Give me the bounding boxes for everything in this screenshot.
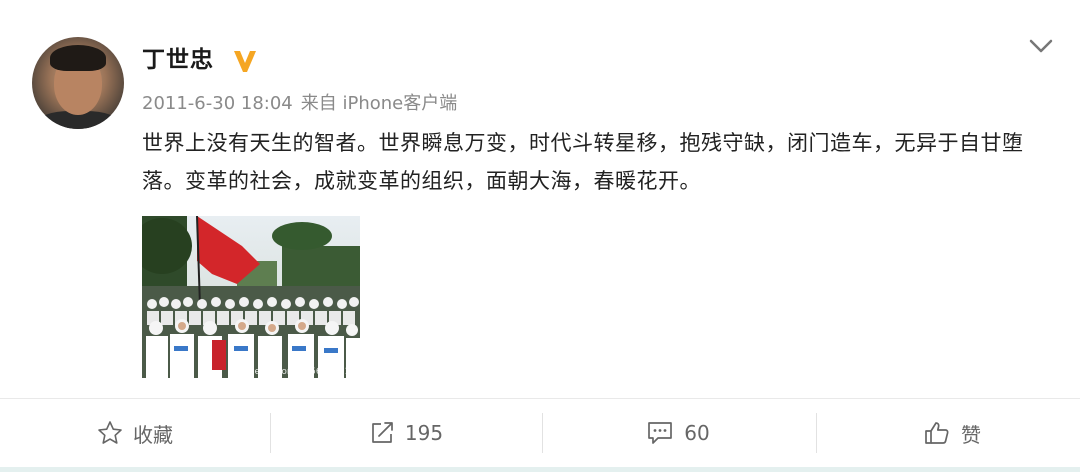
star-icon [98, 421, 122, 444]
chevron-down-icon[interactable] [1028, 38, 1054, 54]
thumbs-up-icon [925, 422, 949, 444]
repost-button[interactable]: 195 [271, 399, 541, 467]
post-text: 世界上没有天生的智者。世界瞬息万变，时代斗转星移，抱残守缺，闭门造车，无异于自甘… [142, 131, 1024, 193]
favorite-button[interactable]: 收藏 [0, 399, 270, 467]
post-photo-illustration [142, 216, 360, 378]
comment-count: 60 [684, 421, 710, 445]
comment-button[interactable]: 60 [543, 399, 813, 467]
image-watermark: weibo.com/1956578313 [247, 367, 356, 377]
share-icon [372, 422, 393, 443]
verified-v-icon [234, 51, 256, 72]
favorite-label: 收藏 [133, 422, 173, 447]
comment-icon [648, 422, 673, 444]
like-button[interactable]: 赞 [817, 399, 1080, 467]
repost-count: 195 [404, 421, 444, 445]
post-timestamp: 2011-6-30 18:04 [142, 93, 293, 114]
like-label: 赞 [961, 422, 981, 447]
username[interactable]: 丁世忠 [142, 46, 214, 74]
weibo-post-card: 丁世忠 2011-6-30 18:04 来自 iPhone客户端 世界上没有天生的… [0, 0, 1080, 472]
action-bar: 收藏 195 60 赞 [0, 399, 1080, 467]
bottom-accent-bar [0, 467, 1080, 472]
post-source: 来自 iPhone客户端 [300, 93, 458, 114]
avatar-hair [50, 45, 106, 71]
post-meta: 2011-6-30 18:04 来自 iPhone客户端 [142, 92, 457, 116]
post-image[interactable]: weibo.com/1956578313 [142, 216, 360, 378]
avatar[interactable] [32, 37, 124, 129]
